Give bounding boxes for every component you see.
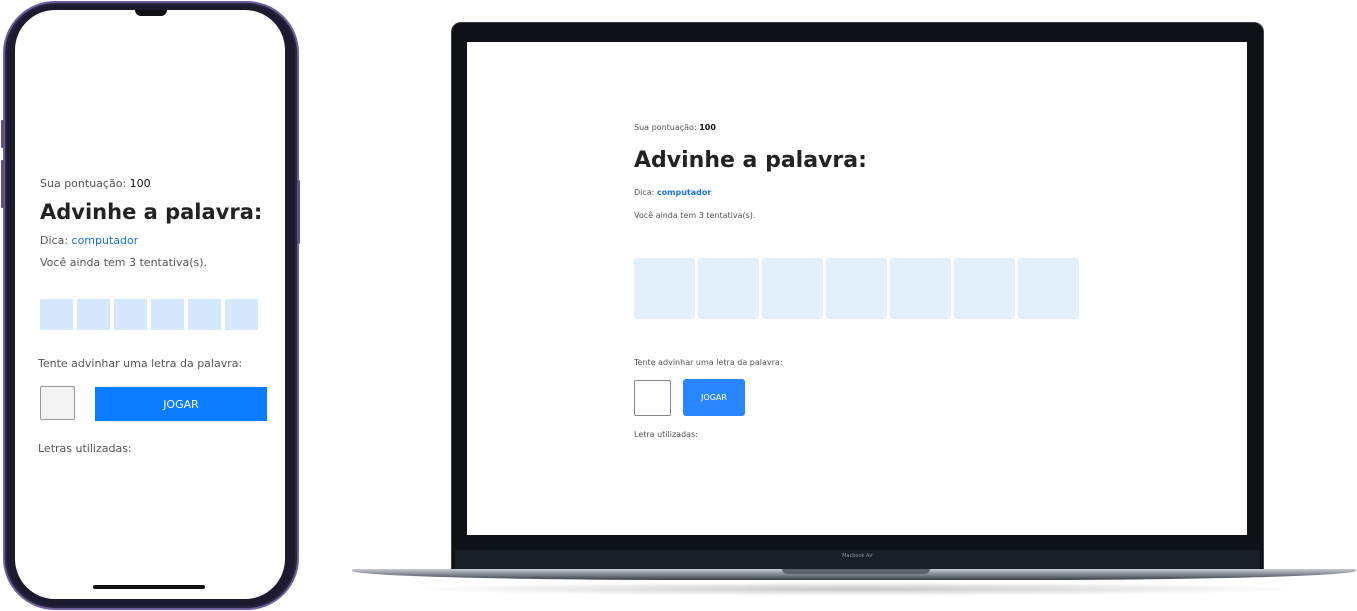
mockup-stage: Sua pontuação: 100 Advinhe a palavra: Di… [0, 0, 1357, 611]
letter-tile [225, 299, 258, 330]
hint-value: computador [71, 234, 139, 247]
phone-volume-button [1, 120, 4, 148]
laptop-base-notch [782, 569, 930, 574]
phone-volume-button [1, 160, 4, 208]
laptop-chin: Macbook Air [455, 550, 1260, 570]
laptop-screen: Sua pontuação: 100 Advinhe a palavra: Di… [467, 42, 1247, 535]
used-letters-label: Letra utilizadas: [634, 430, 698, 439]
score-value: 100 [699, 123, 716, 132]
tries-text: Você ainda tem 3 tentativa(s). [40, 256, 208, 269]
word-tiles [40, 299, 258, 330]
tries-text: Você ainda tem 3 tentativa(s). [634, 211, 756, 220]
letter-tile [114, 299, 147, 330]
used-letters-label: Letras utilizadas: [38, 442, 132, 455]
word-tiles [634, 258, 1079, 319]
letter-tile [698, 258, 759, 319]
hint-text: Dica: computador [40, 234, 138, 247]
page-title: Advinhe a palavra: [40, 200, 263, 224]
play-button[interactable]: JOGAR [95, 387, 267, 421]
device-label: Macbook Air [842, 553, 873, 559]
phone-screen: Sua pontuação: 100 Advinhe a palavra: Di… [15, 10, 285, 599]
play-button[interactable]: JOGAR [683, 379, 745, 416]
guess-label: Tente advinhar uma letra da palavra: [38, 357, 243, 370]
letter-input[interactable] [634, 380, 671, 416]
letter-tile [634, 258, 695, 319]
hint-label: Dica: [40, 234, 69, 247]
letter-tile [954, 258, 1015, 319]
letter-tile [188, 299, 221, 330]
letter-tile [890, 258, 951, 319]
hint-label: Dica: [634, 188, 655, 197]
phone-notch [135, 10, 167, 16]
score-label: Sua pontuação: [634, 123, 697, 132]
score-label: Sua pontuação: [40, 177, 127, 190]
laptop-shadow [400, 582, 1310, 596]
phone-side-button [297, 180, 300, 244]
letter-tile [151, 299, 184, 330]
score-text: Sua pontuação: 100 [634, 123, 716, 132]
letter-tile [40, 299, 73, 330]
guess-label: Tente advinhar uma letra da palavra: [634, 358, 783, 367]
letter-tile [1018, 258, 1079, 319]
page-title: Advinhe a palavra: [634, 148, 867, 173]
letter-input[interactable] [40, 386, 75, 420]
home-indicator [93, 585, 205, 589]
score-text: Sua pontuação: 100 [40, 177, 151, 190]
letter-tile [826, 258, 887, 319]
letter-tile [762, 258, 823, 319]
hint-value: computador [656, 188, 712, 197]
score-value: 100 [129, 177, 151, 190]
letter-tile [77, 299, 110, 330]
hint-text: Dica: computador [634, 188, 711, 197]
